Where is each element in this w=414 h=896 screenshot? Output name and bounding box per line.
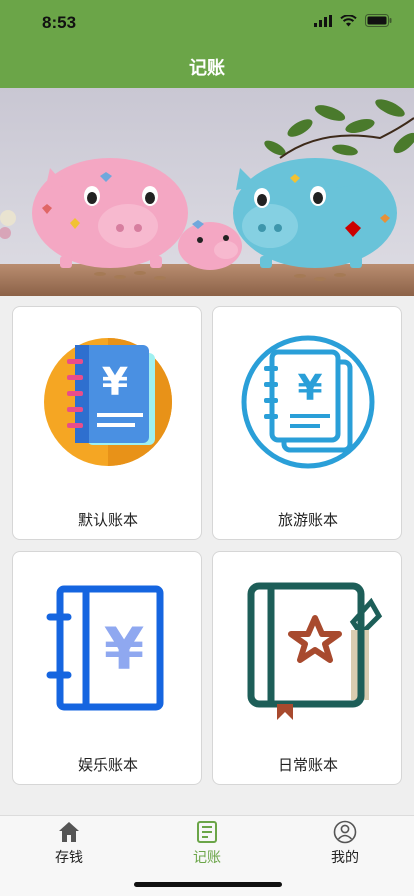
tab-label: 记账 [193,850,221,866]
ledger-label: 旅游账本 [277,511,338,529]
svg-text:¥: ¥ [102,360,128,404]
svg-text:¥: ¥ [297,368,322,409]
home-icon [59,822,79,842]
ledger-label: 默认账本 [77,511,138,529]
app-header: 8:53 记账 [0,0,414,88]
ledger-grid: ¥ 默认账本 ¥ 旅游账本 ¥ 娱乐账本 日常账本 [0,296,414,796]
status-time: 8:53 [42,13,77,32]
tab-label: 存钱 [55,850,83,866]
status-bar: 8:53 [0,0,414,44]
user-icon [333,820,357,844]
home-indicator [134,882,282,887]
ledger-card-travel[interactable]: ¥ 旅游账本 [212,306,402,540]
ledger-icon [197,821,217,843]
ledger-label: 日常账本 [277,756,338,774]
page-title: 记账 [189,58,225,79]
ledger-yen-orange-circle-icon: ¥ [44,338,172,466]
svg-text:¥: ¥ [104,615,144,683]
notebook-yen-blue-icon: ¥ [46,585,164,711]
notebook-star-green-icon [247,582,383,720]
tab-label: 我的 [331,850,359,866]
tab-ledger[interactable]: 记账 [138,820,276,870]
tab-save[interactable]: 存钱 [0,820,138,870]
ledger-card-daily[interactable]: 日常账本 [212,551,402,785]
ledger-yen-outline-blue-icon: ¥ [241,335,375,469]
signal-icon [314,14,332,27]
wifi-icon [340,14,357,26]
ledger-label: 娱乐账本 [77,756,138,774]
ledger-card-entertainment[interactable]: ¥ 娱乐账本 [12,551,202,785]
tab-profile[interactable]: 我的 [276,820,414,870]
banner-image [0,88,414,296]
ledger-card-default[interactable]: ¥ 默认账本 [12,306,202,540]
status-icons [314,14,392,27]
battery-icon [365,14,392,27]
